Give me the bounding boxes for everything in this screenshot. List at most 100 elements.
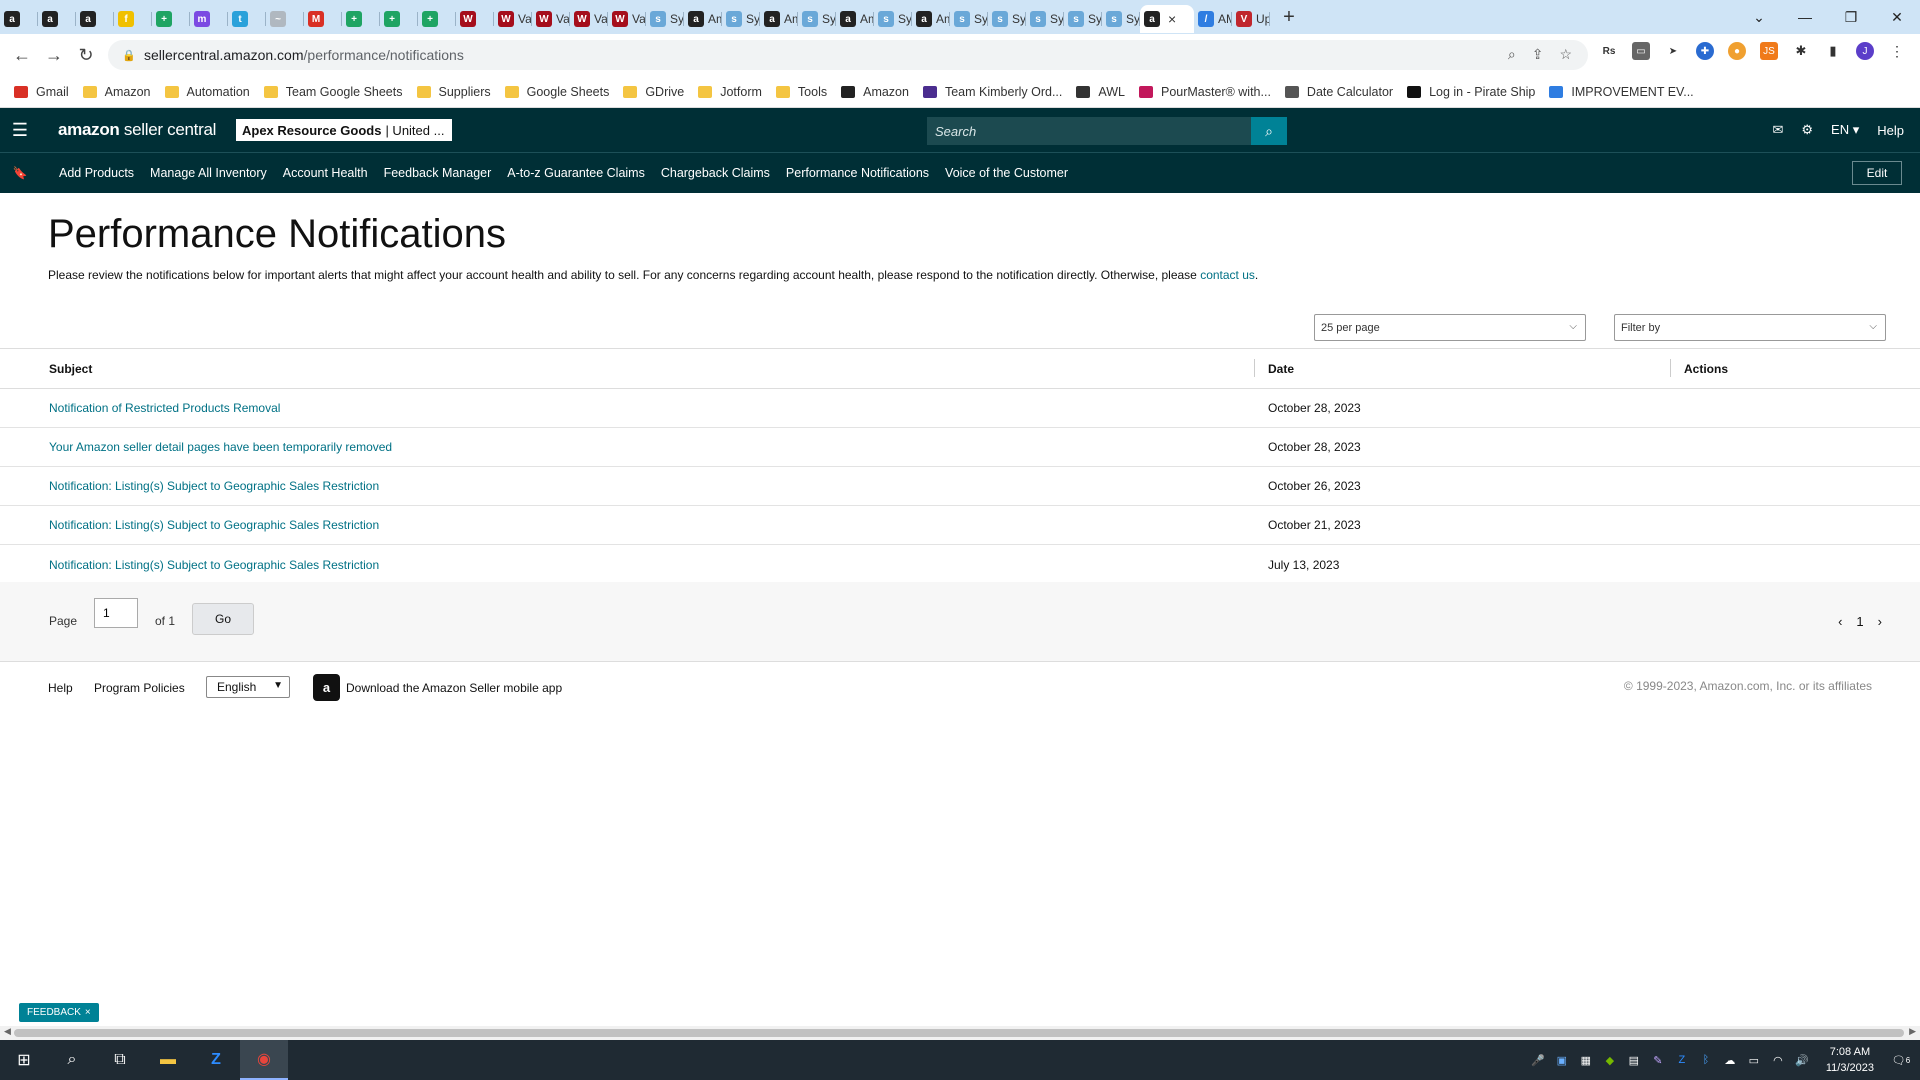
browser-tab[interactable]: s Sys xyxy=(950,5,988,33)
store-selector[interactable]: Apex Resource Goods | United ... xyxy=(236,119,452,141)
search-icon[interactable]: ⌕ xyxy=(1251,117,1287,145)
tray-app-icon[interactable]: ▦ xyxy=(1578,1052,1594,1068)
chrome-app-icon[interactable]: ◉ xyxy=(240,1040,288,1080)
tab-search-icon[interactable]: ⌄ xyxy=(1736,9,1782,26)
go-button[interactable]: Go xyxy=(192,603,254,635)
bookmark-item[interactable]: Log in - Pirate Ship xyxy=(1407,85,1535,99)
bookmark-item[interactable]: Team Kimberly Ord... xyxy=(922,85,1062,99)
current-page[interactable]: 1 xyxy=(1856,614,1863,629)
nav-link[interactable]: Add Products xyxy=(59,166,134,180)
feedback-button[interactable]: FEEDBACK × xyxy=(19,1003,99,1022)
scrollbar-thumb[interactable] xyxy=(14,1029,1904,1037)
browser-tab[interactable]: a Am xyxy=(760,5,798,33)
bookmark-item[interactable]: Amazon xyxy=(841,85,909,99)
browser-tab[interactable]: + xyxy=(418,5,456,33)
minimize-icon[interactable]: — xyxy=(1782,9,1828,25)
bookmark-item[interactable]: Tools xyxy=(775,85,827,99)
language-selector[interactable]: EN ▾ xyxy=(1831,122,1859,138)
scroll-left-icon[interactable]: ◀ xyxy=(4,1026,11,1037)
nav-link[interactable]: Manage All Inventory xyxy=(150,166,267,180)
extension-toggle-icon[interactable]: ▭ xyxy=(1632,42,1650,60)
browser-tab[interactable]: a × xyxy=(1140,5,1194,33)
bookmark-item[interactable]: IMPROVEMENT EV... xyxy=(1549,85,1694,99)
zoom-icon[interactable]: ⌕ xyxy=(1508,46,1516,63)
notification-subject-link[interactable]: Notification: Listing(s) Subject to Geog… xyxy=(49,518,379,532)
bookmark-item[interactable]: Google Sheets xyxy=(504,85,609,99)
nav-link[interactable]: Voice of the Customer xyxy=(945,166,1068,180)
new-tab-button[interactable]: + xyxy=(1274,3,1304,31)
bookmark-item[interactable]: Date Calculator xyxy=(1284,85,1393,99)
pen-icon[interactable]: ✎ xyxy=(1650,1052,1666,1068)
task-view-icon[interactable]: ⧉ xyxy=(96,1040,144,1080)
bookmark-item[interactable]: Team Google Sheets xyxy=(263,85,403,99)
help-link[interactable]: Help xyxy=(1877,123,1904,138)
horizontal-scrollbar[interactable]: ◀ ▶ xyxy=(0,1026,1920,1040)
extension-orange-icon[interactable]: ● xyxy=(1728,42,1746,60)
bookmark-item[interactable]: Jotform xyxy=(698,85,762,99)
tray-app-icon[interactable]: ▣ xyxy=(1554,1052,1570,1068)
bookmark-item[interactable]: Automation xyxy=(164,85,250,99)
extension-js-icon[interactable]: JS xyxy=(1760,42,1778,60)
bookmark-item[interactable]: Suppliers xyxy=(416,85,491,99)
browser-tab[interactable]: V Up xyxy=(1232,5,1270,33)
zoom-tray-icon[interactable]: Z xyxy=(1674,1052,1690,1068)
next-page-icon[interactable]: › xyxy=(1878,614,1882,629)
browser-tab[interactable]: s Sys xyxy=(722,5,760,33)
restore-icon[interactable]: ❐ xyxy=(1828,9,1874,26)
browser-tab[interactable]: s Sys xyxy=(1064,5,1102,33)
browser-tab[interactable]: a xyxy=(38,5,76,33)
nvidia-icon[interactable]: ◆ xyxy=(1602,1052,1618,1068)
notification-subject-link[interactable]: Notification: Listing(s) Subject to Geog… xyxy=(49,558,379,572)
close-window-icon[interactable]: ✕ xyxy=(1874,9,1920,26)
browser-tab[interactable]: s Sys xyxy=(988,5,1026,33)
close-tab-icon[interactable]: × xyxy=(1168,11,1176,27)
nav-link[interactable]: Chargeback Claims xyxy=(661,166,770,180)
page-number-input[interactable] xyxy=(94,598,138,628)
gear-icon[interactable]: ⚙ xyxy=(1801,122,1813,138)
notification-subject-link[interactable]: Your Amazon seller detail pages have bee… xyxy=(49,440,392,454)
onedrive-icon[interactable]: ☁ xyxy=(1722,1052,1738,1068)
windows-start-icon[interactable]: ⊞ xyxy=(0,1040,48,1080)
browser-tab[interactable]: W xyxy=(456,5,494,33)
microphone-icon[interactable]: 🎤 xyxy=(1530,1052,1546,1068)
browser-tab[interactable]: a Am xyxy=(836,5,874,33)
url-bar[interactable]: 🔒 sellercentral.amazon.com/performance/n… xyxy=(108,40,1588,70)
share-icon[interactable]: ⇪ xyxy=(1532,46,1544,63)
search-input[interactable] xyxy=(927,117,1251,145)
bookmark-item[interactable]: GDrive xyxy=(623,85,684,99)
browser-tab[interactable]: W Val xyxy=(570,5,608,33)
feedback-close-icon[interactable]: × xyxy=(85,1007,91,1018)
tray-app-icon[interactable]: ▤ xyxy=(1626,1052,1642,1068)
volume-icon[interactable]: 🔊 xyxy=(1794,1052,1810,1068)
notification-subject-link[interactable]: Notification: Listing(s) Subject to Geog… xyxy=(49,479,379,493)
seller-app-icon[interactable]: a xyxy=(313,674,340,701)
browser-tab[interactable]: s Sys xyxy=(1102,5,1140,33)
bookmark-item[interactable]: PourMaster® with... xyxy=(1138,85,1271,99)
bookmark-item[interactable]: Amazon xyxy=(82,85,151,99)
browser-tab[interactable]: + xyxy=(380,5,418,33)
extension-circle-icon[interactable]: ✚ xyxy=(1696,42,1714,60)
extension-cursor-icon[interactable]: ➤ xyxy=(1664,42,1682,60)
browser-tab[interactable]: + xyxy=(152,5,190,33)
menu-icon[interactable]: ☰ xyxy=(0,120,40,141)
contact-us-link[interactable]: contact us xyxy=(1200,268,1255,282)
bookmark-icon[interactable]: 🔖 xyxy=(0,166,40,180)
browser-tab[interactable]: m xyxy=(190,5,228,33)
battery-icon[interactable]: ▭ xyxy=(1746,1052,1762,1068)
mail-icon[interactable]: ✉ xyxy=(1772,122,1783,138)
browser-tab[interactable]: t xyxy=(228,5,266,33)
browser-tab[interactable]: s Sys xyxy=(1026,5,1064,33)
seller-central-logo[interactable]: amazon seller central xyxy=(58,120,216,140)
prev-page-icon[interactable]: ‹ xyxy=(1838,614,1842,629)
browser-tab[interactable]: f xyxy=(114,5,152,33)
scroll-right-icon[interactable]: ▶ xyxy=(1909,1026,1916,1037)
wifi-icon[interactable]: ◠ xyxy=(1770,1052,1786,1068)
forward-icon[interactable]: → xyxy=(38,45,70,66)
browser-tab[interactable]: W Val xyxy=(608,5,646,33)
footer-language-select[interactable]: English ▼ xyxy=(206,676,290,698)
side-panel-icon[interactable]: ▮ xyxy=(1824,42,1842,60)
download-app-link[interactable]: Download the Amazon Seller mobile app xyxy=(346,681,562,695)
extensions-puzzle-icon[interactable]: ✱ xyxy=(1792,42,1810,60)
reload-icon[interactable]: ↻ xyxy=(70,45,102,66)
column-subject[interactable]: Subject xyxy=(0,362,1254,376)
